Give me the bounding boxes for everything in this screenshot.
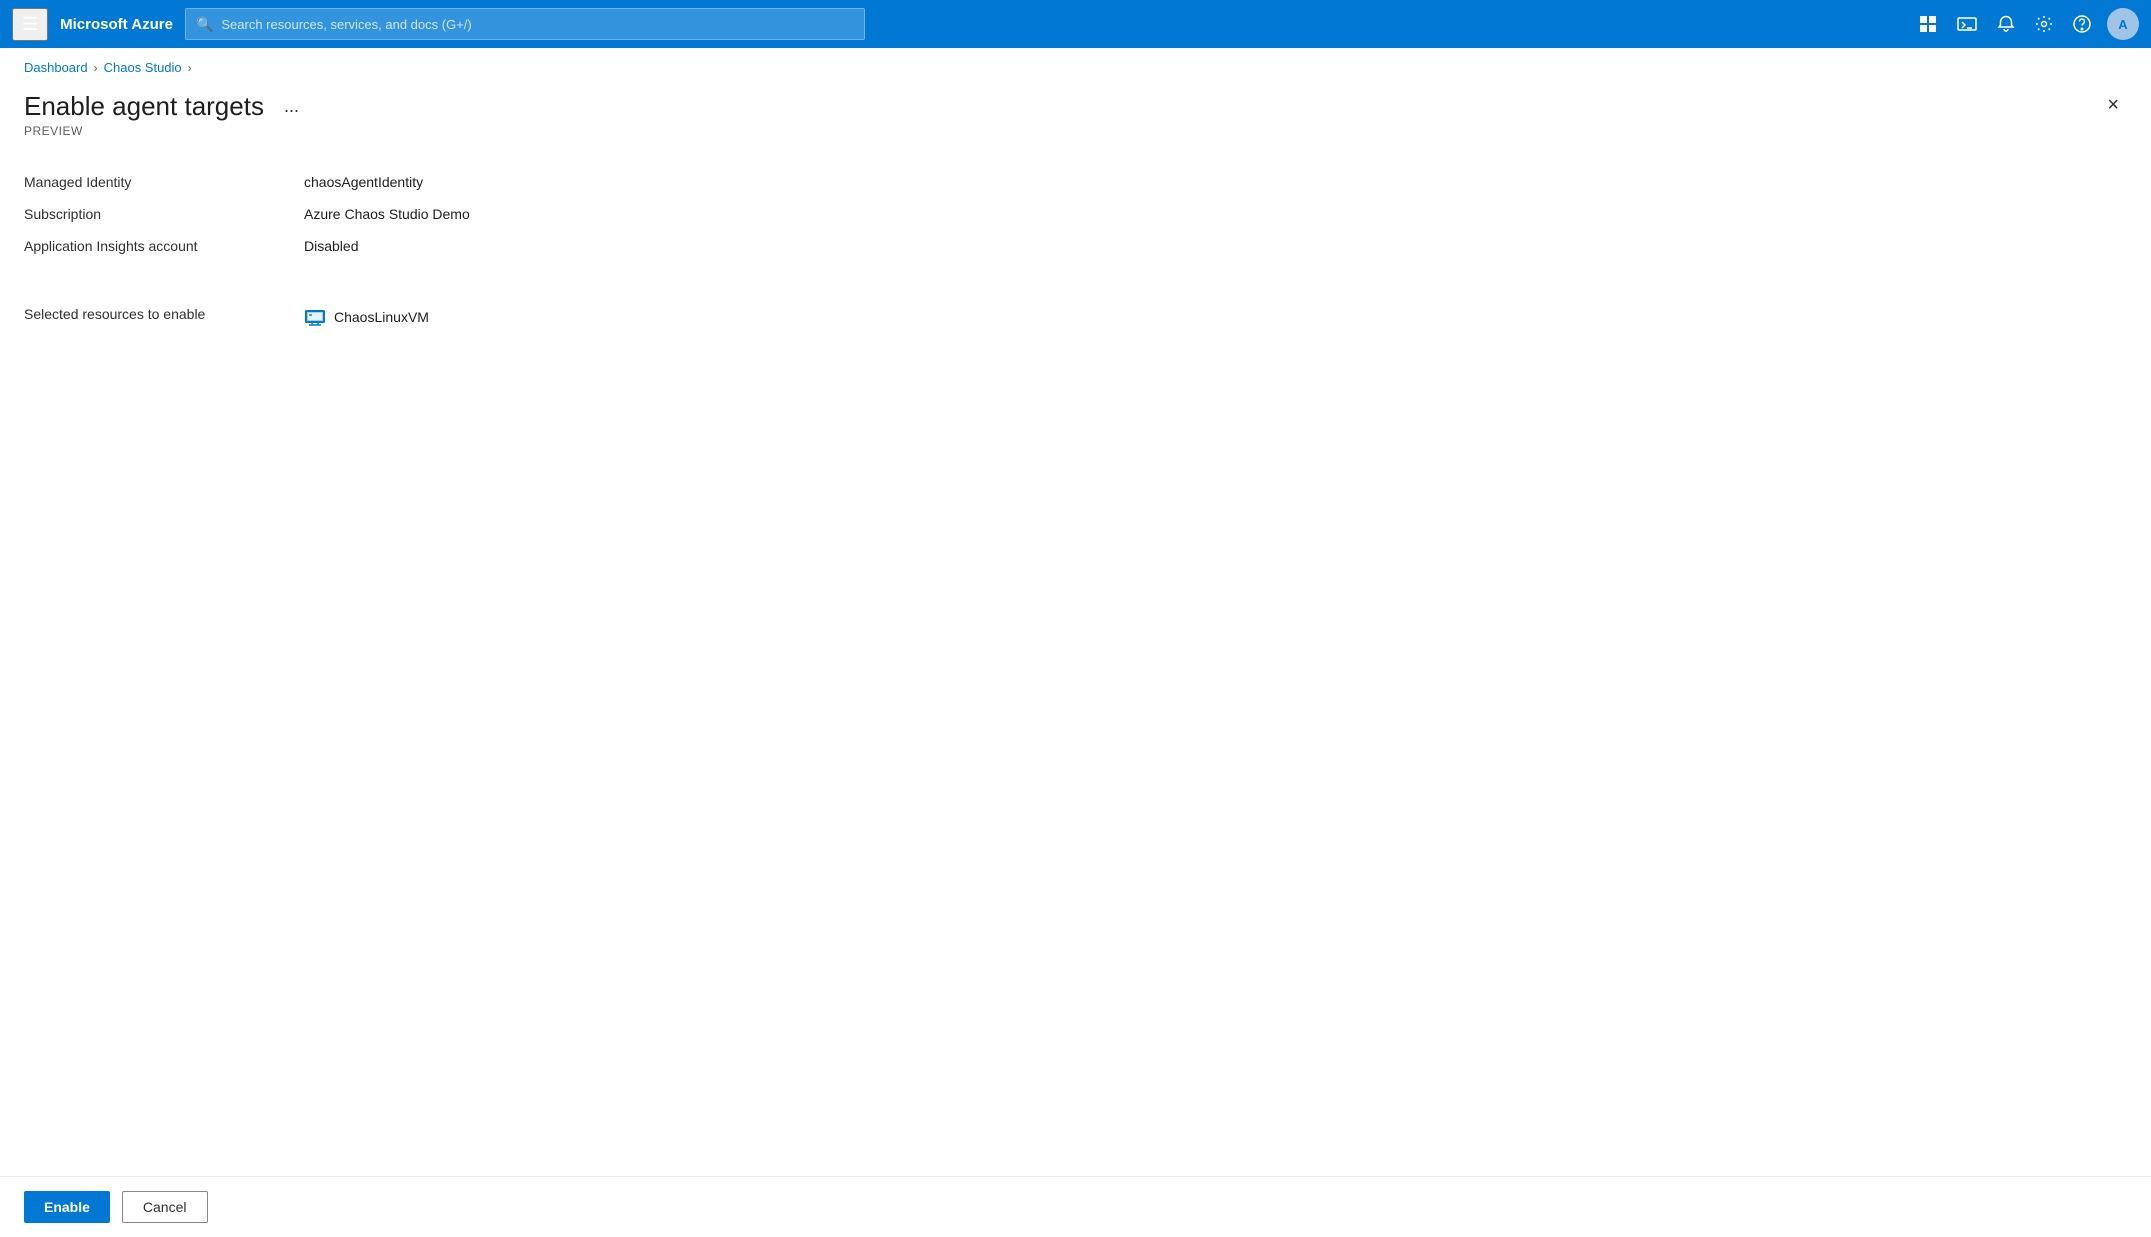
enable-button[interactable]: Enable	[24, 1191, 110, 1223]
search-icon: 🔍	[196, 16, 213, 33]
panel-title: Enable agent targets	[24, 91, 264, 122]
ellipsis-button[interactable]: ...	[276, 92, 307, 121]
navbar: ☰ Microsoft Azure 🔍	[0, 0, 2151, 48]
brand-name: Microsoft Azure	[60, 16, 173, 33]
panel-footer: Enable Cancel	[0, 1176, 2151, 1237]
detail-label-0: Managed Identity	[24, 166, 304, 198]
detail-value-0: chaosAgentIdentity	[304, 166, 2127, 198]
grid-icon	[1919, 15, 1937, 33]
help-icon	[2073, 15, 2091, 33]
avatar[interactable]: A	[2107, 8, 2139, 40]
hamburger-button[interactable]: ☰	[12, 8, 48, 41]
vm-svg-icon	[304, 306, 326, 328]
cancel-button[interactable]: Cancel	[122, 1191, 208, 1223]
details-grid: Managed Identity chaosAgentIdentity Subs…	[24, 166, 2127, 262]
resources-grid: Selected resources to enable Cha	[24, 298, 2127, 336]
gear-icon	[2035, 15, 2053, 33]
details-section: Managed Identity chaosAgentIdentity Subs…	[0, 138, 2151, 262]
resource-label: Selected resources to enable	[24, 298, 304, 336]
help-button[interactable]	[2065, 9, 2099, 39]
search-input[interactable]	[221, 17, 854, 32]
search-bar[interactable]: 🔍	[185, 8, 865, 40]
vm-icon	[304, 306, 326, 328]
close-button[interactable]: ×	[2099, 91, 2127, 119]
resources-section: Selected resources to enable Cha	[0, 286, 2151, 336]
cloud-shell-icon	[1957, 15, 1977, 33]
navbar-icon-group: A	[1911, 8, 2139, 40]
vm-name: ChaosLinuxVM	[334, 309, 429, 325]
grid-icon-button[interactable]	[1911, 9, 1945, 39]
breadcrumb-chaos-studio[interactable]: Chaos Studio	[104, 60, 182, 75]
breadcrumb: Dashboard › Chaos Studio ›	[0, 48, 2151, 75]
breadcrumb-dashboard[interactable]: Dashboard	[24, 60, 88, 75]
settings-button[interactable]	[2027, 9, 2061, 39]
bell-button[interactable]	[1989, 9, 2023, 39]
section-divider	[0, 262, 2151, 286]
panel-title-area: Enable agent targets ... PREVIEW	[24, 91, 307, 138]
detail-value-2: Disabled	[304, 230, 2127, 262]
detail-value-1: Azure Chaos Studio Demo	[304, 198, 2127, 230]
panel-header: Enable agent targets ... PREVIEW ×	[0, 75, 2151, 138]
breadcrumb-sep-1: ›	[94, 61, 98, 75]
bell-icon	[1997, 15, 2015, 33]
resource-value: ChaosLinuxVM	[304, 298, 2127, 336]
main-content: Dashboard › Chaos Studio › Enable agent …	[0, 48, 2151, 1237]
detail-label-1: Subscription	[24, 198, 304, 230]
cloud-shell-button[interactable]	[1949, 9, 1985, 39]
breadcrumb-sep-2: ›	[188, 61, 192, 75]
detail-label-2: Application Insights account	[24, 230, 304, 262]
panel-subtitle: PREVIEW	[24, 124, 307, 138]
